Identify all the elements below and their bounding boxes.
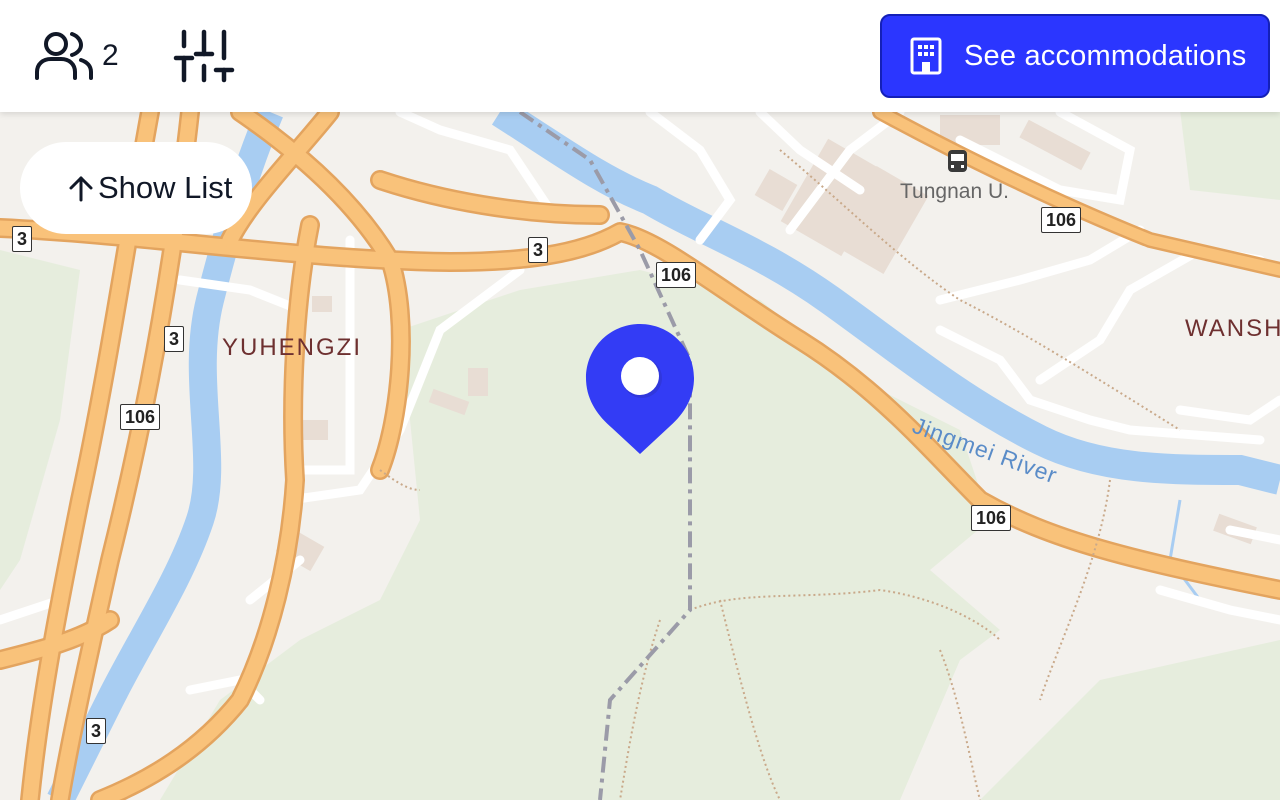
place-label-yuhengzi: YUHENGZI bbox=[222, 334, 363, 361]
bus-icon[interactable] bbox=[948, 150, 967, 172]
map-pin-icon[interactable] bbox=[584, 322, 696, 456]
app-root: YUHENGZI WANSH Tungnan U. Jingmei River … bbox=[0, 0, 1280, 800]
road-shield-106: 106 bbox=[656, 262, 697, 288]
road-shield-106: 106 bbox=[120, 404, 161, 430]
show-list-label: Show List bbox=[98, 170, 233, 205]
road-shield-106: 106 bbox=[1041, 207, 1082, 233]
building-icon bbox=[910, 37, 942, 75]
road-shield-3: 3 bbox=[164, 326, 185, 352]
guest-count: 2 bbox=[102, 39, 119, 72]
place-label-tungnan-u: Tungnan U. bbox=[900, 180, 1009, 203]
map-view[interactable]: YUHENGZI WANSH Tungnan U. Jingmei River … bbox=[0, 0, 1280, 800]
sliders-icon[interactable] bbox=[172, 28, 236, 84]
place-label-wansh: WANSH bbox=[1185, 315, 1280, 342]
arrow-up-icon bbox=[69, 176, 93, 202]
road-shield-3: 3 bbox=[12, 226, 33, 252]
road-shield-106: 106 bbox=[971, 505, 1012, 531]
see-accommodations-button[interactable]: See accommodations bbox=[880, 14, 1270, 98]
guests-button[interactable]: 2 bbox=[34, 28, 119, 84]
road-shield-3: 3 bbox=[528, 237, 549, 263]
show-list-button[interactable]: Show List bbox=[20, 142, 252, 234]
users-icon bbox=[35, 32, 93, 80]
road-shield-3: 3 bbox=[86, 718, 107, 744]
see-accommodations-label: See accommodations bbox=[964, 39, 1247, 72]
top-bar: 2 See accommodations bbox=[0, 0, 1280, 112]
